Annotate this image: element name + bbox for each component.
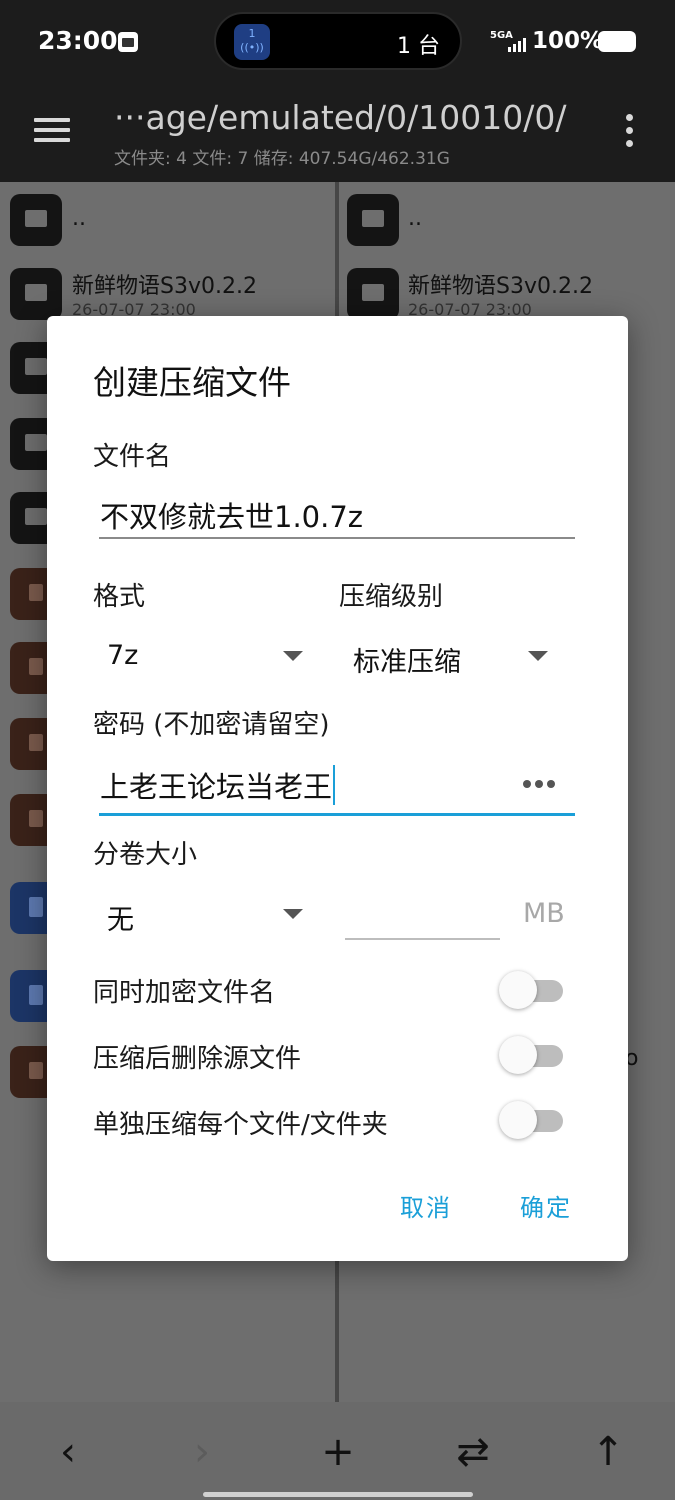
list-item[interactable]: .. [0,192,335,252]
item-name: .. [72,206,86,231]
dialog-title: 创建压缩文件 [93,363,291,402]
home-indicator[interactable] [203,1492,473,1497]
ok-button[interactable]: 确定 [520,1188,572,1223]
hotspot-icon: 1 ((•)) [234,24,270,60]
chevron-down-icon[interactable] [283,909,303,919]
app-notification-icon [118,32,138,52]
app-toolbar: ···age/emulated/0/10010/0/ 文件夹: 4 文件: 7 … [0,82,675,182]
compress-separately-switch[interactable] [499,1101,563,1139]
filename-underline [99,537,575,539]
up-arrow-icon[interactable]: ↑ [578,1424,638,1480]
battery-percent: 100% [532,28,604,54]
format-label: 格式 [93,582,146,612]
toggle-label-compress-separately: 单独压缩每个文件/文件夹 [93,1110,388,1140]
level-label: 压缩级别 [339,582,444,612]
password-value: 上老王论坛当老王 [100,770,333,804]
chevron-down-icon[interactable] [283,651,303,661]
cancel-button[interactable]: 取消 [400,1188,452,1223]
toggle-label-encrypt-names: 同时加密文件名 [93,978,276,1008]
path-info: 文件夹: 4 文件: 7 储存: 407.54G/462.31G [114,149,450,169]
item-name: 新鲜物语S3v0.2.2 [408,274,593,299]
status-bar: 23:00 1 ((•)) 1 台 5GA 100% [0,0,675,82]
item-name: .. [408,206,422,231]
format-select[interactable]: 7z [107,640,138,671]
item-name: 新鲜物语S3v0.2.2 [72,274,257,299]
battery-icon [598,31,636,52]
password-underline [99,813,575,816]
toggle-label-delete-source: 压缩后删除源文件 [93,1044,302,1074]
menu-icon[interactable] [34,116,72,144]
folder-icon [10,268,62,320]
volume-unit: MB [523,898,565,929]
add-icon[interactable]: + [308,1424,368,1480]
dynamic-island[interactable]: 1 ((•)) 1 台 [214,12,462,70]
forward-arrow-icon[interactable]: › [172,1424,232,1480]
create-archive-dialog: 创建压缩文件 文件名 不双修就去世1.0.7z 格式 压缩级别 7z 标准压缩 … [47,316,628,1261]
volume-label: 分卷大小 [93,840,198,870]
folder-icon [347,194,399,246]
level-select[interactable]: 标准压缩 [353,640,461,679]
folder-icon [10,194,62,246]
chevron-down-icon[interactable] [528,651,548,661]
text-cursor [333,765,336,805]
filename-label: 文件名 [93,442,172,472]
signal-icon [508,38,526,52]
folder-icon [347,268,399,320]
volume-select[interactable]: 无 [107,898,134,937]
swap-icon[interactable]: ⇄ [443,1424,503,1480]
filename-input[interactable]: 不双修就去世1.0.7z [100,494,363,536]
more-vert-icon[interactable] [624,114,634,148]
encrypt-names-switch[interactable] [499,971,563,1009]
password-visibility-icon[interactable] [523,780,557,790]
bottom-action-bar: ‹ › + ⇄ ↑ [0,1402,675,1500]
delete-source-switch[interactable] [499,1036,563,1074]
hotspot-label: 1 [248,27,256,40]
current-path[interactable]: ···age/emulated/0/10010/0/ [114,98,566,137]
back-arrow-icon[interactable]: ‹ [38,1424,98,1480]
status-time: 23:00 [38,26,118,55]
list-item[interactable]: .. [339,192,675,252]
password-input[interactable]: 上老王论坛当老王 [100,764,336,806]
device-count: 1 台 [397,34,440,59]
password-label: 密码 (不加密请留空) [93,710,330,740]
volume-size-input[interactable] [345,938,500,940]
